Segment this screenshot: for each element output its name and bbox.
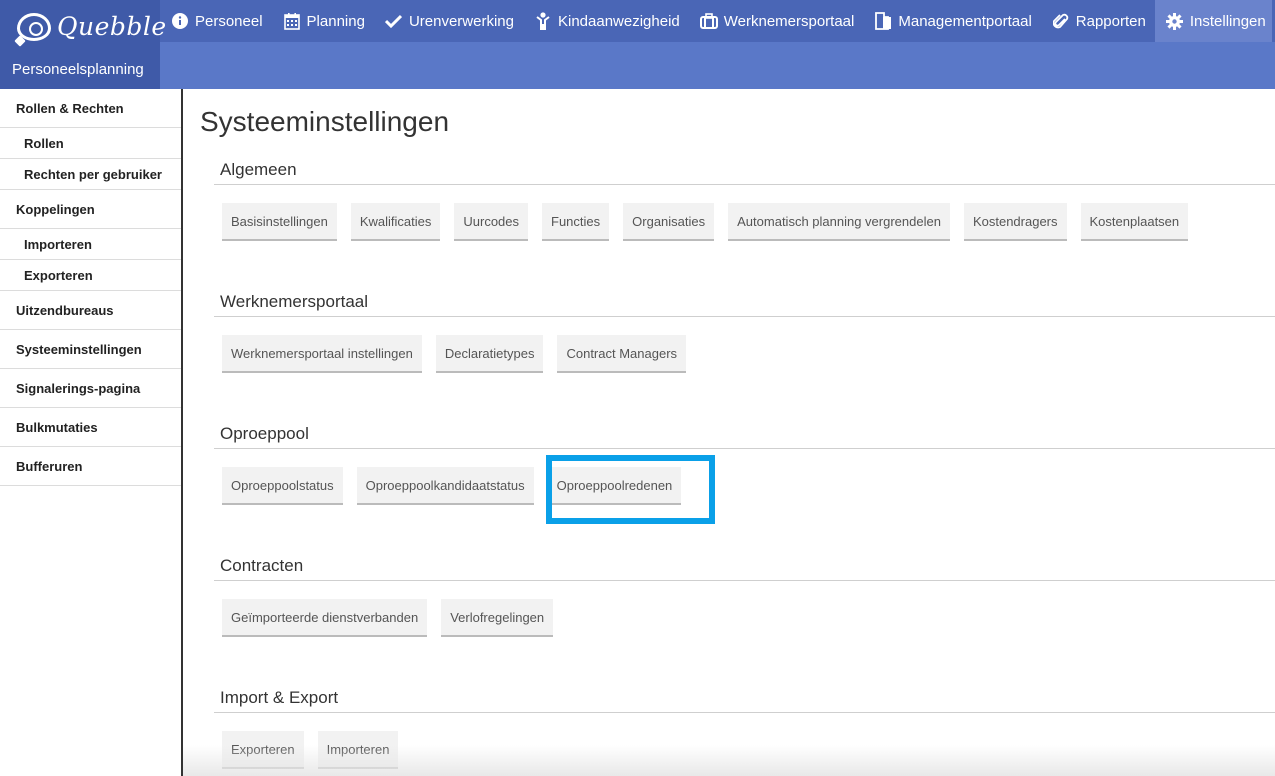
nav-personeel[interactable]: Personeel [160, 0, 272, 42]
nav-label: Urenverwerking [408, 12, 514, 30]
nav-instellingen[interactable]: Instellingen [1154, 0, 1272, 42]
button-row: Oproeppoolstatus Oproeppoolkandidaatstat… [214, 467, 1275, 505]
logo[interactable]: Quebble [17, 12, 167, 41]
sidebar-item-rechten-per-gebruiker[interactable]: Rechten per gebruiker [0, 159, 181, 190]
nav-kindaanwezigheid[interactable]: Kindaanwezigheid [523, 0, 689, 42]
documents-icon [874, 12, 892, 30]
section-import-export: Import & Export Exporteren Importeren [214, 685, 1275, 769]
importeren-button[interactable]: Importeren [317, 731, 399, 769]
sub-navbar [160, 42, 1275, 89]
paperclip-icon [1052, 12, 1070, 30]
sidebar-item-koppelingen[interactable]: Koppelingen [0, 190, 181, 229]
section-title: Oproeppool [214, 421, 1275, 449]
sidebar-item-exporteren[interactable]: Exporteren [0, 260, 181, 291]
verlofregelingen-button[interactable]: Verlofregelingen [441, 599, 554, 637]
sidebar-item-bulkmutaties[interactable]: Bulkmutaties [0, 408, 181, 447]
organisaties-button[interactable]: Organisaties [623, 203, 715, 241]
button-row: Werknemersportaal instellingen Declarati… [214, 335, 1275, 373]
speech-bubble-icon [17, 12, 51, 41]
section-werknemersportaal: Werknemersportaal Werknemersportaal inst… [214, 289, 1275, 373]
geimporteerde-dienstverbanden-button[interactable]: Geïmporteerde dienstverbanden [222, 599, 428, 637]
kostendragers-button[interactable]: Kostendragers [963, 203, 1067, 241]
uurcodes-button[interactable]: Uurcodes [454, 203, 529, 241]
declaratietypes-button[interactable]: Declaratietypes [435, 335, 544, 373]
nav-label: Planning [306, 12, 365, 30]
sidebar: Rollen & Rechten Rollen Rechten per gebr… [0, 89, 183, 776]
section-title: Contracten [214, 553, 1275, 581]
sidebar-item-signalerings-pagina[interactable]: Signalerings-pagina [0, 369, 181, 408]
oproeppoolstatus-button[interactable]: Oproeppoolstatus [222, 467, 343, 505]
info-icon [171, 12, 189, 30]
functies-button[interactable]: Functies [542, 203, 610, 241]
logo-text: Quebble [57, 12, 167, 41]
nav-label: Rapporten [1075, 12, 1146, 30]
werknemersportaal-instellingen-button[interactable]: Werknemersportaal instellingen [222, 335, 422, 373]
main-nav: Personeel Planning Urenverwerking Kindaa… [160, 0, 1272, 42]
button-row: Exporteren Importeren [214, 731, 1275, 769]
sidebar-item-rollen-rechten[interactable]: Rollen & Rechten [0, 89, 181, 128]
nav-managementportaal[interactable]: Managementportaal [863, 0, 1040, 42]
brand-area: Quebble Personeelsplanning [0, 0, 166, 89]
kostenplaatsen-button[interactable]: Kostenplaatsen [1080, 203, 1189, 241]
section-algemeen: Algemeen Basisinstellingen Kwalificaties… [214, 157, 1275, 241]
button-row: Basisinstellingen Kwalificaties Uurcodes… [214, 203, 1275, 241]
nav-planning[interactable]: Planning [272, 0, 374, 42]
nav-werknemersportaal[interactable]: Werknemersportaal [689, 0, 864, 42]
sidebar-item-bufferuren[interactable]: Bufferuren [0, 447, 181, 486]
check-icon [385, 12, 403, 30]
gear-icon [1166, 12, 1184, 30]
sidebar-item-uitzendbureaus[interactable]: Uitzendbureaus [0, 291, 181, 330]
highlight-box [546, 455, 715, 524]
child-icon [534, 12, 552, 30]
nav-rapporten[interactable]: Rapporten [1041, 0, 1155, 42]
button-row: Geïmporteerde dienstverbanden Verlofrege… [214, 599, 1275, 637]
basisinstellingen-button[interactable]: Basisinstellingen [222, 203, 337, 241]
nav-urenverwerking[interactable]: Urenverwerking [374, 0, 523, 42]
nav-label: Personeel [195, 12, 263, 30]
section-title: Algemeen [214, 157, 1275, 185]
nav-label: Kindaanwezigheid [557, 12, 680, 30]
section-oproeppool: Oproeppool Oproeppoolstatus Oproeppoolka… [214, 421, 1275, 505]
section-title: Werknemersportaal [214, 289, 1275, 317]
contract-managers-button[interactable]: Contract Managers [557, 335, 687, 373]
page-title: Systeeminstellingen [200, 106, 450, 137]
section-contracten: Contracten Geïmporteerde dienstverbanden… [214, 553, 1275, 637]
app-name: Personeelsplanning [12, 61, 144, 78]
briefcase-icon [699, 12, 718, 30]
kwalificaties-button[interactable]: Kwalificaties [350, 203, 441, 241]
sidebar-item-systeeminstellingen[interactable]: Systeeminstellingen [0, 330, 181, 369]
sidebar-item-importeren[interactable]: Importeren [0, 229, 181, 260]
section-title: Import & Export [214, 685, 1275, 713]
nav-label: Instellingen [1189, 12, 1266, 30]
automatisch-planning-vergrendelen-button[interactable]: Automatisch planning vergrendelen [728, 203, 950, 241]
nav-label: Werknemersportaal [723, 12, 855, 30]
nav-label: Managementportaal [898, 12, 1032, 30]
calendar-icon [283, 12, 301, 30]
exporteren-button[interactable]: Exporteren [222, 731, 304, 769]
sidebar-item-rollen[interactable]: Rollen [0, 128, 181, 159]
oproeppoolkandidaatstatus-button[interactable]: Oproeppoolkandidaatstatus [356, 467, 534, 505]
